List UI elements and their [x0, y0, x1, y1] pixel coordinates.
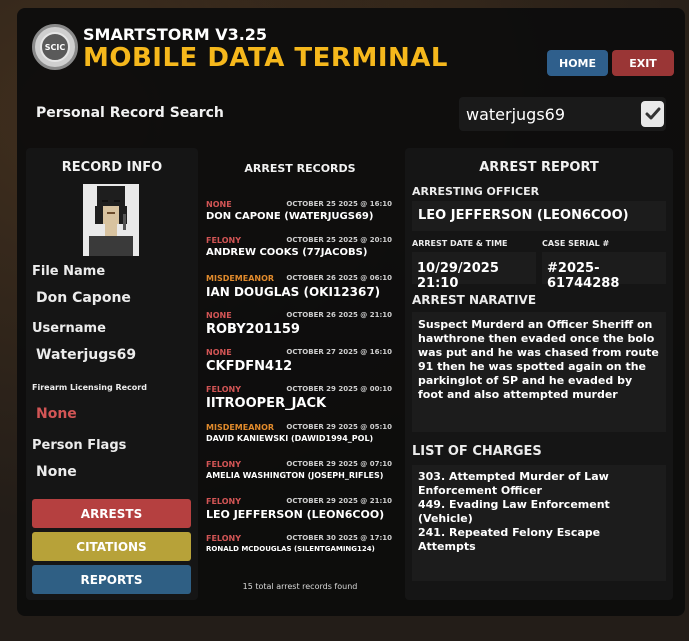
arrests-button[interactable]: ARRESTS	[32, 499, 191, 528]
arrest-type: NONE	[206, 311, 232, 320]
serial-value: #2025-61744288	[542, 252, 666, 291]
exit-button[interactable]: EXIT	[612, 50, 674, 76]
record-info-panel: RECORD INFO File Name Don Capone Usernam…	[26, 148, 198, 600]
file-name-label: File Name	[32, 264, 106, 279]
arrest-name: RONALD MCDOUGLAS (SILENTGAMING124)	[206, 545, 375, 553]
search-confirm-button[interactable]	[641, 101, 664, 127]
arrest-name: ANDREW COOKS (77JACOBS)	[206, 247, 368, 258]
arrest-report-panel: ARREST REPORT ARRESTING OFFICER LEO JEFF…	[405, 148, 673, 600]
arrest-name: AMELIA WASHINGTON (JOSEPH_RIFLES)	[206, 471, 384, 480]
arrest-type: NONE	[206, 348, 232, 357]
arrest-type: MISDEMEANOR	[206, 423, 275, 432]
arrest-report-title: ARREST REPORT	[479, 160, 599, 175]
file-name-value: Don Capone	[36, 290, 131, 306]
arrest-date: OCTOBER 26 2025 @ 06:10	[286, 274, 392, 282]
app-version: SMARTSTORM V3.25	[83, 25, 268, 44]
date-value: 10/29/2025 21:10	[412, 252, 536, 291]
firearm-value: None	[36, 406, 77, 422]
logo-text: SCIC	[44, 42, 66, 52]
officer-value: LEO JEFFERSON (LEON6COO)	[412, 201, 666, 231]
narrative-text: Suspect Murderd an Officer Sheriff on ha…	[412, 312, 666, 432]
citations-button[interactable]: CITATIONS	[32, 532, 191, 561]
arrest-records-list[interactable]: NONE OCTOBER 25 2025 @ 16:10 DON CAPONE …	[200, 178, 400, 570]
arrest-date: OCTOBER 29 2025 @ 05:10	[286, 423, 392, 431]
arrest-date: OCTOBER 29 2025 @ 07:10	[286, 460, 392, 468]
search-input[interactable]	[459, 97, 666, 131]
arrest-name: ROBY201159	[206, 322, 300, 337]
arrest-records-panel: ARREST RECORDS NONE OCTOBER 25 2025 @ 16…	[200, 148, 400, 600]
arrest-records-title: ARREST RECORDS	[244, 162, 356, 175]
search-label: Personal Record Search	[36, 105, 224, 121]
checkmark-icon	[645, 107, 660, 120]
arrest-date: OCTOBER 27 2025 @ 16:10	[286, 348, 392, 356]
arrest-type: FELONY	[206, 236, 242, 245]
flags-value: None	[36, 464, 77, 480]
avatar	[83, 184, 139, 256]
date-label: ARREST DATE & TIME	[412, 239, 508, 248]
logo-badge: SCIC	[40, 32, 70, 62]
arrest-name: LEO JEFFERSON (LEON6COO)	[206, 508, 385, 521]
scic-logo: SCIC	[32, 24, 78, 70]
app-title: MOBILE DATA TERMINAL	[83, 43, 448, 73]
total-records: 15 total arrest records found	[242, 582, 358, 591]
arrest-type: FELONY	[206, 460, 242, 469]
record-info-title: RECORD INFO	[61, 160, 163, 175]
home-button[interactable]: HOME	[547, 50, 608, 76]
arrest-date: OCTOBER 30 2025 @ 17:10	[286, 534, 392, 542]
reports-button[interactable]: REPORTS	[32, 565, 191, 594]
username-label: Username	[32, 321, 106, 336]
arrest-type: FELONY	[206, 497, 242, 506]
arrest-date: OCTOBER 29 2025 @ 21:10	[286, 497, 392, 505]
arrest-name: CKFDFN412	[206, 359, 293, 374]
arrest-name: IITROOPER_JACK	[206, 396, 327, 411]
charges-label: LIST OF CHARGES	[412, 444, 542, 459]
arrest-name: IAN DOUGLAS (OKI12367)	[206, 285, 381, 299]
arrest-type: NONE	[206, 200, 232, 209]
flags-label: Person Flags	[32, 438, 127, 453]
arrest-type: FELONY	[206, 385, 242, 394]
arrest-date: OCTOBER 29 2025 @ 00:10	[286, 385, 392, 393]
charges-list: 303. Attempted Murder of Law Enforcement…	[412, 465, 666, 581]
arrest-name: DAVID KANIEWSKI (DAWID1994_POL)	[206, 434, 374, 443]
arrest-date: OCTOBER 25 2025 @ 16:10	[286, 200, 392, 208]
arrest-name: DON CAPONE (WATERJUGS69)	[206, 211, 374, 222]
firearm-label: Firearm Licensing Record	[32, 383, 147, 392]
officer-label: ARRESTING OFFICER	[412, 185, 540, 198]
username-value: Waterjugs69	[36, 347, 137, 363]
narrative-label: ARREST NARATIVE	[412, 293, 537, 307]
serial-label: CASE SERIAL #	[542, 239, 610, 248]
arrest-date: OCTOBER 26 2025 @ 21:10	[286, 311, 392, 319]
arrest-type: FELONY	[206, 534, 242, 543]
arrest-type: MISDEMEANOR	[206, 274, 275, 283]
arrest-date: OCTOBER 25 2025 @ 20:10	[286, 236, 392, 244]
avatar-image	[83, 184, 139, 256]
